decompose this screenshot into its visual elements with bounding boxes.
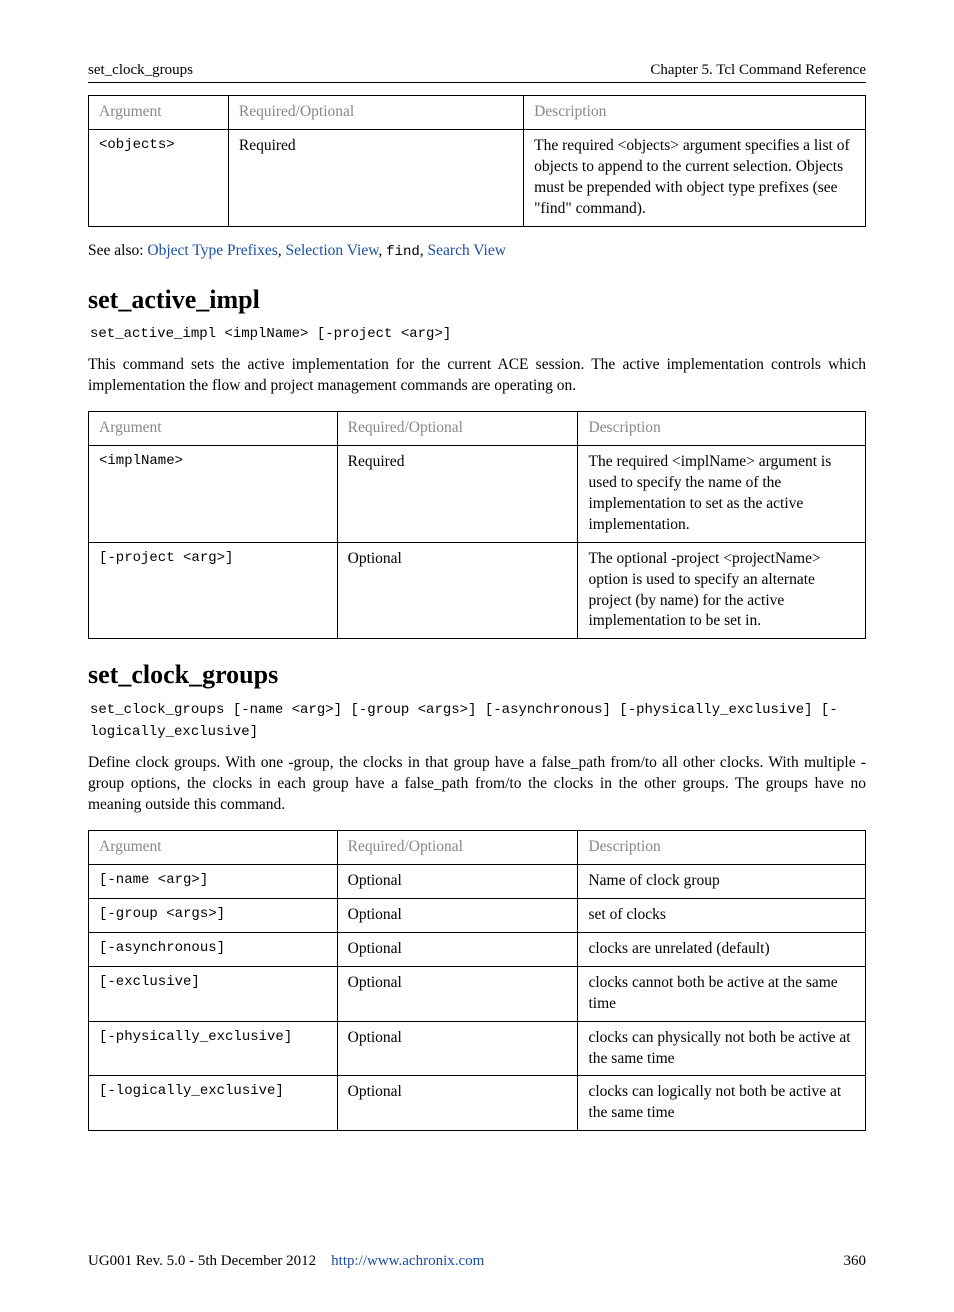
arg-cell: <implName> bbox=[89, 446, 338, 543]
desc-set-active-impl: This command sets the active implementat… bbox=[88, 355, 866, 397]
set-clock-groups-table: Argument Required/Optional Description [… bbox=[88, 830, 866, 1131]
footer-url[interactable]: http://www.achronix.com bbox=[331, 1253, 484, 1269]
req-cell: Required bbox=[337, 446, 578, 543]
req-cell: Optional bbox=[337, 542, 578, 639]
table-row: [-physically_exclusive] Optional clocks … bbox=[89, 1021, 866, 1076]
arg-cell: [-exclusive] bbox=[89, 966, 338, 1021]
arg-cell: [-group <args>] bbox=[89, 898, 338, 932]
table-row: [-asynchronous] Optional clocks are unre… bbox=[89, 932, 866, 966]
col-argument: Argument bbox=[89, 412, 338, 446]
desc-cell: The required implName argument is used t… bbox=[578, 446, 866, 543]
footer-page: 360 bbox=[844, 1251, 867, 1271]
table-row: [-project <arg>] Optional The optional -… bbox=[89, 542, 866, 639]
arg-cell: [-physically_exclusive] bbox=[89, 1021, 338, 1076]
page-footer: UG001 Rev. 5.0 - 5th December 2012 http:… bbox=[88, 1251, 866, 1271]
link-find: find bbox=[386, 244, 420, 260]
set-active-impl-table: Argument Required/Optional Description <… bbox=[88, 411, 866, 639]
heading-set-clock-groups: set_clock_groups bbox=[88, 657, 866, 692]
desc-cell: set of clocks bbox=[578, 898, 866, 932]
arg-cell: objects bbox=[89, 130, 229, 227]
see-also-label: See also: bbox=[88, 242, 147, 259]
req-cell: Optional bbox=[337, 966, 578, 1021]
link-object-type-prefixes[interactable]: Object Type Prefixes bbox=[147, 242, 277, 259]
col-argument: Argument bbox=[89, 96, 229, 130]
desc-cell: clocks can physically not both be active… bbox=[578, 1021, 866, 1076]
table-header-row: Argument Required/Optional Description bbox=[89, 96, 866, 130]
header-left: set_clock_groups bbox=[88, 60, 193, 80]
desc-cell: clocks can logically not both be active … bbox=[578, 1076, 866, 1131]
table-header-row: Argument Required/Optional Description bbox=[89, 412, 866, 446]
col-description: Description bbox=[578, 831, 866, 865]
see-also: See also: Object Type Prefixes, Selectio… bbox=[88, 241, 866, 262]
heading-set-active-impl: set_active_impl bbox=[88, 282, 866, 317]
table-row: objects Required The required objects ar… bbox=[89, 130, 866, 227]
col-description: Description bbox=[524, 96, 866, 130]
desc-set-clock-groups: Define clock groups. With one -group, th… bbox=[88, 753, 866, 816]
table-row: [-name <arg>] Optional Name of clock gro… bbox=[89, 864, 866, 898]
header-right: Chapter 5. Tcl Command Reference bbox=[650, 60, 866, 80]
col-required: Required/Optional bbox=[337, 412, 578, 446]
desc-cell: clocks cannot both be active at the same… bbox=[578, 966, 866, 1021]
table-row: <implName> Required The required implNam… bbox=[89, 446, 866, 543]
table-row: [-exclusive] Optional clocks cannot both… bbox=[89, 966, 866, 1021]
usage-set-clock-groups: set_clock_groups [-name <arg>] [-group <… bbox=[90, 699, 866, 744]
arg-cell: [-logically_exclusive] bbox=[89, 1076, 338, 1131]
req-cell: Optional bbox=[337, 898, 578, 932]
req-cell: Required bbox=[228, 130, 523, 227]
table-row: [-logically_exclusive] Optional clocks c… bbox=[89, 1076, 866, 1131]
table-header-row: Argument Required/Optional Description bbox=[89, 831, 866, 865]
col-required: Required/Optional bbox=[337, 831, 578, 865]
footer-left: UG001 Rev. 5.0 - 5th December 2012 http:… bbox=[88, 1251, 484, 1271]
arg-cell: [-project <arg>] bbox=[89, 542, 338, 639]
desc-cell: The optional -project projectName option… bbox=[578, 542, 866, 639]
desc-cell: Name of clock group bbox=[578, 864, 866, 898]
req-cell: Optional bbox=[337, 864, 578, 898]
req-cell: Optional bbox=[337, 1021, 578, 1076]
link-selection-view[interactable]: Selection View bbox=[286, 242, 379, 259]
page-header: set_clock_groups Chapter 5. Tcl Command … bbox=[88, 60, 866, 83]
req-cell: Optional bbox=[337, 1076, 578, 1131]
link-search-view[interactable]: Search View bbox=[428, 242, 506, 259]
objects-table: Argument Required/Optional Description o… bbox=[88, 95, 866, 227]
usage-set-active-impl: set_active_impl <implName> [-project <ar… bbox=[90, 323, 866, 345]
desc-cell: The required objects argument specifies … bbox=[524, 130, 866, 227]
arg-cell: [-asynchronous] bbox=[89, 932, 338, 966]
req-cell: Optional bbox=[337, 932, 578, 966]
table-row: [-group <args>] Optional set of clocks bbox=[89, 898, 866, 932]
col-argument: Argument bbox=[89, 831, 338, 865]
col-required: Required/Optional bbox=[228, 96, 523, 130]
col-description: Description bbox=[578, 412, 866, 446]
arg-cell: [-name <arg>] bbox=[89, 864, 338, 898]
desc-cell: clocks are unrelated (default) bbox=[578, 932, 866, 966]
